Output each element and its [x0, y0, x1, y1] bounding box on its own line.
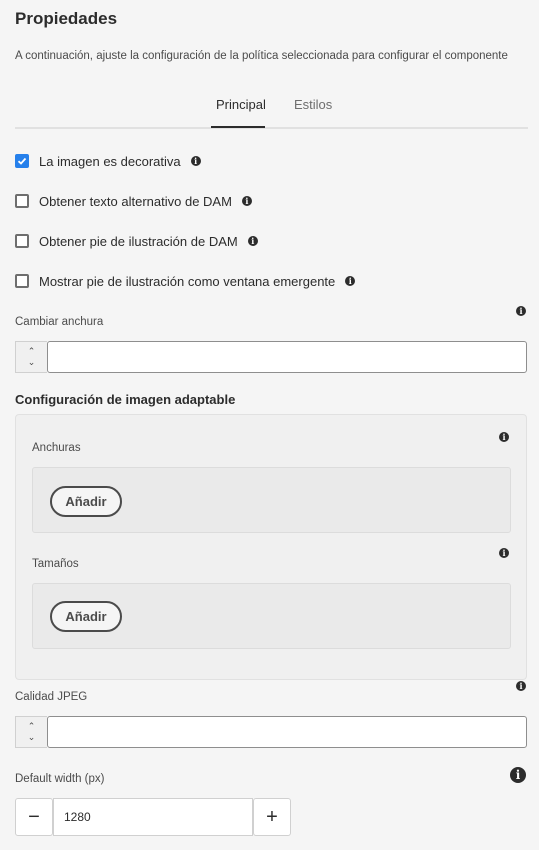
decrement-button[interactable]: −: [15, 798, 53, 836]
info-icon[interactable]: i: [499, 548, 509, 558]
default-width-input[interactable]: 1280: [53, 798, 253, 836]
jpeg-quality-input[interactable]: [47, 716, 527, 748]
sizes-list: Añadir: [32, 583, 511, 649]
info-icon[interactable]: i: [499, 432, 509, 442]
info-icon[interactable]: i: [247, 236, 258, 246]
widths-list: Añadir: [32, 467, 511, 533]
tab-bar: Principal Estilos: [15, 94, 528, 129]
default-width-stepper: − 1280 +: [15, 798, 291, 836]
resize-width-label: Cambiar anchura: [15, 316, 104, 328]
page-description: A continuación, ajuste la configuración …: [15, 50, 508, 62]
resize-width-input[interactable]: [47, 341, 527, 373]
checkbox-row-caption: Obtener pie de ilustración de DAM i: [15, 232, 258, 250]
info-icon[interactable]: i: [516, 681, 526, 691]
info-icon[interactable]: i: [190, 156, 201, 166]
add-size-button[interactable]: Añadir: [50, 601, 122, 632]
tab-principal[interactable]: Principal: [216, 97, 266, 112]
chevron-up-icon[interactable]: ⌃: [28, 721, 36, 732]
checkmark-icon: [17, 157, 27, 165]
minus-icon: −: [28, 805, 40, 828]
adaptive-panel: i Anchuras Añadir i Tamaños Añadir: [15, 414, 527, 680]
plus-icon: +: [266, 805, 278, 828]
alt-text-checkbox[interactable]: [15, 194, 29, 208]
add-width-button[interactable]: Añadir: [50, 486, 122, 517]
checkbox-label: Obtener pie de ilustración de DAM: [39, 233, 238, 249]
info-icon[interactable]: i: [516, 306, 526, 316]
info-icon[interactable]: i: [241, 196, 252, 206]
increment-button[interactable]: +: [253, 798, 291, 836]
checkbox-label: Mostrar pie de ilustración como ventana …: [39, 273, 336, 289]
active-tab-indicator: [211, 126, 265, 128]
popup-caption-checkbox[interactable]: [15, 274, 29, 288]
info-icon[interactable]: i: [345, 276, 356, 286]
resize-width-field: ⌃ ⌄: [15, 341, 527, 373]
widths-label: Anchuras: [32, 442, 81, 454]
checkbox-row-alt-text: Obtener texto alternativo de DAM i: [15, 192, 252, 210]
tab-estilos[interactable]: Estilos: [294, 97, 332, 112]
resize-width-stepper[interactable]: ⌃ ⌄: [15, 341, 47, 373]
chevron-up-icon[interactable]: ⌃: [28, 346, 36, 357]
default-width-label: Default width (px): [15, 773, 105, 785]
page-title: Propiedades: [15, 9, 118, 28]
jpeg-quality-field: ⌃ ⌄: [15, 716, 527, 748]
checkbox-row-decorative: La imagen es decorativa i: [15, 152, 201, 170]
jpeg-quality-stepper[interactable]: ⌃ ⌄: [15, 716, 47, 748]
info-icon[interactable]: i: [510, 767, 526, 783]
sizes-label: Tamaños: [32, 558, 79, 570]
decorative-checkbox[interactable]: [15, 154, 29, 168]
checkbox-label: Obtener texto alternativo de DAM: [39, 193, 232, 209]
checkbox-label: La imagen es decorativa: [39, 153, 181, 169]
jpeg-quality-label: Calidad JPEG: [15, 691, 88, 703]
checkbox-row-popup: Mostrar pie de ilustración como ventana …: [15, 272, 356, 290]
caption-checkbox[interactable]: [15, 234, 29, 248]
chevron-down-icon[interactable]: ⌄: [28, 357, 36, 368]
chevron-down-icon[interactable]: ⌄: [28, 732, 36, 743]
adaptive-section-title: Configuración de imagen adaptable: [15, 392, 236, 407]
